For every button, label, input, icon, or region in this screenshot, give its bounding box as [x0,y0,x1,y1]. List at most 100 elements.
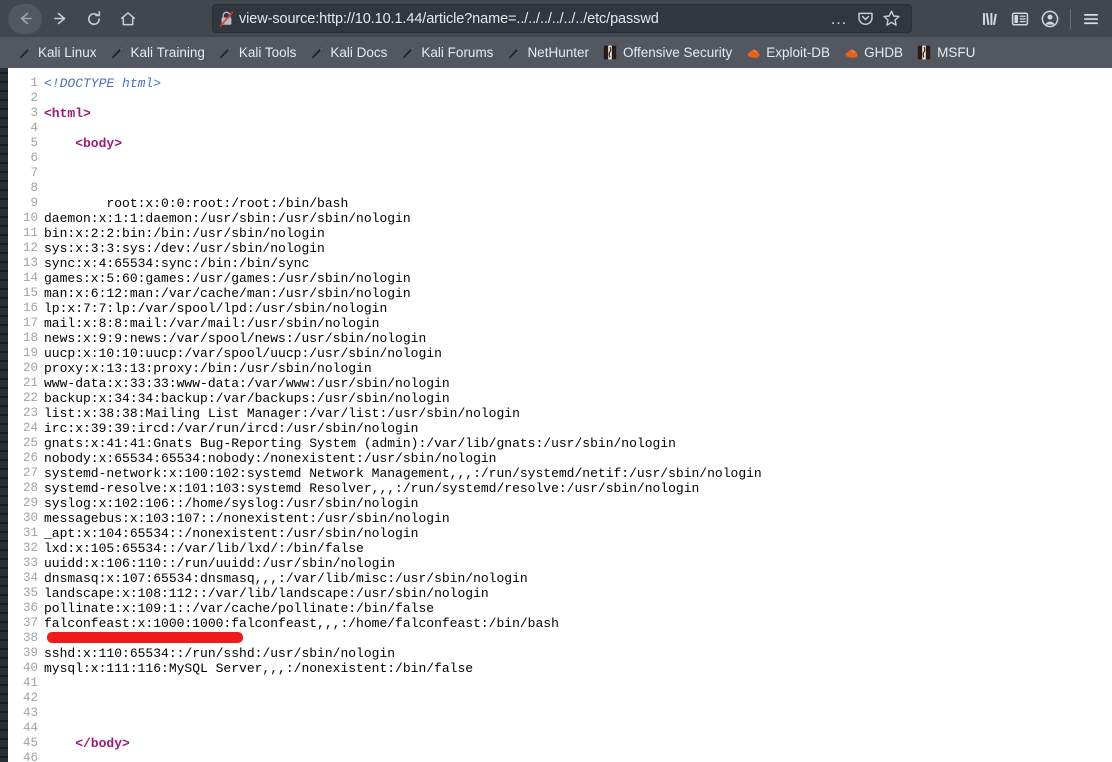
source-line-text: root:x:0:0:root:/root:/bin/bash [44,196,349,211]
home-button[interactable] [112,4,144,34]
exploitdb-flame-icon [843,45,859,61]
bookmark-item-kali-training[interactable]: Kali Training [105,41,210,65]
bookmark-item-kali-tools[interactable]: Kali Tools [213,41,302,65]
source-line: 5 <body> [8,136,1112,151]
source-line: 39 sshd:x:110:65534::/run/sshd:/usr/sbin/… [8,646,1112,661]
library-icon[interactable] [975,4,1005,34]
line-number: 4 [30,121,38,135]
source-line-text: lp:x:7:7:lp:/var/spool/lpd:/usr/sbin/nol… [44,301,388,316]
edge-strip-tick [0,621,8,623]
source-line-text: nobody:x:65534:65534:nobody:/nonexistent… [44,451,497,466]
source-line: 11 bin:x:2:2:bin:/bin:/usr/sbin/nologin [8,226,1112,241]
source-line-text: <html> [44,106,91,121]
source-line: 40 mysql:x:111:116:MySQL Server,,,:/nonex… [8,661,1112,676]
navigation-buttons [8,0,146,37]
source-line: 29 syslog:x:102:106::/home/syslog:/usr/sb… [8,496,1112,511]
forward-button[interactable] [44,4,76,34]
bookmark-item-kali-linux[interactable]: Kali Linux [12,41,102,65]
edge-strip-tick [0,720,8,722]
hamburger-menu-icon[interactable] [1076,4,1106,34]
line-number: 6 [30,151,38,165]
bookmark-label: Offensive Security [622,45,733,60]
kali-dragon-icon [400,45,416,61]
page-actions-label: … [830,8,848,28]
source-line: 20 proxy:x:13:13:proxy:/bin:/usr/sbin/nol… [8,361,1112,376]
bookmark-star-icon[interactable] [878,6,904,32]
edge-strip-tick [0,144,8,146]
bookmark-item-offensive-security[interactable]: Offensive Security [597,41,737,65]
edge-strip-tick [0,468,8,470]
line-number: 46 [22,751,38,762]
edge-strip-tick [0,675,8,677]
source-line-text: landscape:x:108:112::/var/lib/landscape:… [44,586,489,601]
line-number: 14 [22,271,38,285]
bookmark-label: Kali Tools [238,45,297,60]
bookmark-label: GHDB [864,45,904,60]
edge-strip-tick [0,117,8,119]
insecure-padlock-icon[interactable] [213,5,239,32]
line-number: 16 [22,301,38,315]
edge-strip-tick [0,153,8,155]
line-number: 5 [30,136,38,150]
line-number: 37 [22,616,38,630]
line-number: 32 [22,541,38,555]
bookmark-item-ghdb[interactable]: GHDB [838,41,908,65]
reload-button[interactable] [78,4,110,34]
back-button[interactable] [8,3,42,34]
edge-strip-tick [0,81,8,83]
source-line-text: proxy:x:13:13:proxy:/bin:/usr/sbin/nolog… [44,361,372,376]
source-line-text: systemd-network:x:100:102:systemd Networ… [44,466,762,481]
bookmark-label: MSFU [937,45,976,60]
source-line: 21 www-data:x:33:33:www-data:/var/www:/us… [8,376,1112,391]
source-line-text: lxd:x:105:65534::/var/lib/lxd/:/bin/fals… [44,541,364,556]
edge-strip-tick [0,603,8,605]
sidebar-toggle-icon[interactable] [1005,4,1035,34]
offsec-book-icon [916,45,932,61]
bookmark-item-exploit-db[interactable]: Exploit-DB [740,41,835,65]
url-text[interactable]: view-source:http://10.10.1.44/article?na… [239,11,826,27]
edge-strip-tick [0,477,8,479]
account-icon[interactable] [1035,4,1065,34]
edge-strip-tick [0,72,8,74]
source-line: 33 uuidd:x:106:110::/run/uuidd:/usr/sbin/… [8,556,1112,571]
line-number: 45 [22,736,38,750]
edge-strip-tick [0,216,8,218]
source-line: 17 mail:x:8:8:mail:/var/mail:/usr/sbin/no… [8,316,1112,331]
page-actions-icon[interactable]: … [826,6,852,32]
bookmark-label: Kali Training [130,45,205,60]
bookmark-item-kali-forums[interactable]: Kali Forums [395,41,498,65]
bookmark-item-kali-docs[interactable]: Kali Docs [304,41,392,65]
source-line-text: man:x:6:12:man:/var/cache/man:/usr/sbin/… [44,286,411,301]
source-line-text: news:x:9:9:news:/var/spool/news:/usr/sbi… [44,331,427,346]
source-line: 41 [8,676,1112,691]
edge-strip-tick [0,108,8,110]
line-number: 35 [22,586,38,600]
source-line-text: pollinate:x:109:1::/var/cache/pollinate:… [44,601,435,616]
edge-strip-tick [0,180,8,182]
source-line-text: games:x:5:60:games:/usr/games:/usr/sbin/… [44,271,411,286]
edge-strip-tick [0,630,8,632]
edge-strip-tick [0,270,8,272]
source-line-text: _apt:x:104:65534::/nonexistent:/usr/sbin… [44,526,419,541]
kali-dragon-icon [17,45,33,61]
source-line-text: uucp:x:10:10:uucp:/var/spool/uucp:/usr/s… [44,346,442,361]
line-number: 36 [22,601,38,615]
source-line: 9 root:x:0:0:root:/root:/bin/bash [8,196,1112,211]
edge-strip-tick [0,90,8,92]
source-line: 10 daemon:x:1:1:daemon:/usr/sbin:/usr/sbi… [8,211,1112,226]
edge-strip-tick [0,486,8,488]
address-bar[interactable]: view-source:http://10.10.1.44/article?na… [212,4,912,33]
edge-strip-tick [0,711,8,713]
bookmark-item-nethunter[interactable]: NetHunter [501,41,594,65]
source-line: 23 list:x:38:38:Mailing List Manager:/var… [8,406,1112,421]
edge-strip-tick [0,666,8,668]
edge-strip-tick [0,99,8,101]
bookmark-label: Kali Linux [38,45,97,60]
line-number: 40 [22,661,38,675]
source-line: 2 [8,91,1112,106]
source-line: 34 dnsmasq:x:107:65534:dnsmasq,,,:/var/li… [8,571,1112,586]
bookmark-item-msfu[interactable]: MSFU [911,41,980,65]
line-number: 30 [22,511,38,525]
pocket-icon[interactable] [852,6,878,32]
line-number: 41 [22,676,38,690]
